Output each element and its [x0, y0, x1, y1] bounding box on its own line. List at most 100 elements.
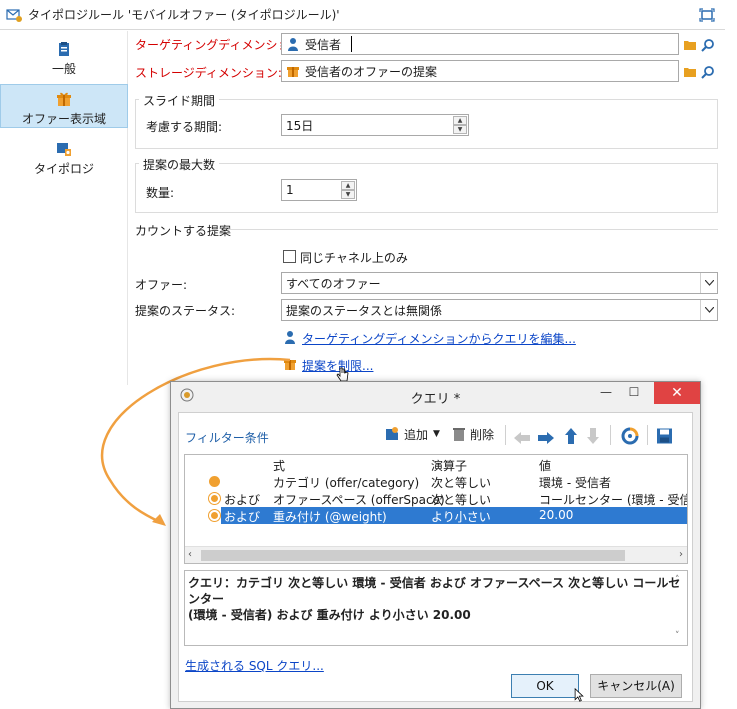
dialog-titlebar: クエリ * — ☐ ✕: [171, 382, 700, 410]
query-dialog: クエリ * — ☐ ✕ フィルター条件 追加 ▼ 削除 式 演算子 値 カテゴリ…: [170, 381, 701, 709]
text-caret: [351, 36, 352, 52]
count-value: 1: [286, 183, 294, 197]
chevron-down-icon[interactable]: [700, 273, 717, 293]
sidebar-item-general[interactable]: 一般: [0, 41, 128, 83]
stepper-arrows[interactable]: ▲ ▼: [453, 116, 467, 134]
filter-conditions-label: フィルター条件: [185, 431, 269, 445]
offer-label: オファー:: [135, 278, 188, 292]
table-row[interactable]: および オファースペース (offerSpace) 次と等しい コールセンター …: [185, 490, 687, 507]
cancel-button[interactable]: キャンセル(A): [590, 674, 682, 698]
toolbar-divider: [610, 425, 611, 445]
targeting-dimension-value: 受信者: [305, 37, 342, 52]
toolbar-divider: [647, 425, 648, 445]
period-stepper[interactable]: 15日 ▲ ▼: [281, 114, 469, 136]
horizontal-scrollbar[interactable]: ‹ ›: [185, 546, 687, 563]
storage-dimension-label: ストレージディメンション:: [135, 66, 282, 80]
ok-button[interactable]: OK: [511, 674, 579, 698]
query-summary: クエリ：カテゴリ 次と等しい 環境 - 受信者 および オファースペース 次と等…: [184, 570, 688, 646]
slide-period-title: スライド期間: [139, 92, 220, 109]
condition-icon: [209, 476, 220, 487]
same-channel-label: 同じチャネル上のみ: [300, 251, 408, 265]
chevron-up-icon[interactable]: ˄: [675, 572, 680, 588]
add-button[interactable]: 追加 ▼: [384, 423, 440, 445]
chevron-down-icon: ▼: [433, 429, 440, 439]
clipboard-icon: [59, 42, 69, 56]
trash-icon: [453, 428, 465, 441]
sidebar-item-label: 一般: [51, 62, 76, 76]
chevron-left-icon[interactable]: ‹: [188, 549, 192, 560]
section-divider: [228, 229, 718, 230]
mouse-cursor-icon: [574, 688, 584, 702]
arrow-left-icon[interactable]: [513, 427, 531, 449]
search-icon[interactable]: [701, 65, 715, 79]
maximize-button[interactable]: ☐: [624, 385, 644, 401]
close-button[interactable]: ✕: [654, 382, 700, 404]
sidebar-item-offer-space[interactable]: オファー表示域: [0, 84, 128, 128]
folder-icon[interactable]: [683, 65, 697, 79]
column-header-expression: 式: [273, 459, 286, 473]
condition-icon: [209, 510, 220, 521]
grid-header: 式 演算子 値: [185, 455, 687, 473]
window-titlebar: タイポロジルール 'モバイルオファー (タイポロジルール)': [0, 0, 725, 30]
max-propositions-title: 提案の最大数: [139, 156, 220, 173]
period-value: 15日: [286, 118, 314, 133]
toolbar-divider: [505, 425, 506, 445]
offer-space-form: ターゲティングディメンション: 受信者 ストレージディメンション: 受信者のオフ…: [128, 31, 725, 385]
gift-icon: [287, 67, 299, 77]
rule-icon: [6, 8, 22, 22]
dialog-title: クエリ *: [410, 392, 461, 407]
count-label: 数量:: [146, 186, 175, 200]
condition-icon: [209, 493, 220, 504]
sidebar-item-label: オファー表示域: [21, 112, 106, 126]
arrow-right-icon[interactable]: [537, 427, 555, 449]
person-icon: [288, 38, 298, 51]
sidebar-item-typology[interactable]: タイポロジ: [0, 141, 128, 181]
targeting-dimension-label: ターゲティングディメンション:: [135, 38, 306, 52]
offer-select-value: すべてのオファー: [286, 276, 381, 291]
status-select-value: 提案のステータスとは無関係: [286, 303, 443, 318]
chevron-right-icon[interactable]: ›: [679, 549, 683, 560]
folder-icon[interactable]: [683, 38, 697, 52]
add-icon: [386, 427, 398, 440]
sidebar-item-label: タイポロジ: [33, 162, 94, 176]
maximize-icon[interactable]: [699, 8, 715, 22]
edit-query-link[interactable]: ターゲティングディメンションからクエリを編集...: [302, 330, 576, 347]
offer-select[interactable]: すべてのオファー: [281, 272, 718, 294]
scrollbar-thumb[interactable]: [201, 550, 625, 561]
stepper-arrows[interactable]: ▲ ▼: [341, 181, 355, 199]
count-stepper[interactable]: 1 ▲ ▼: [281, 179, 357, 201]
chevron-down-icon[interactable]: ˅: [675, 628, 680, 644]
status-label: 提案のステータス:: [135, 304, 236, 318]
save-icon[interactable]: [656, 425, 673, 447]
search-icon[interactable]: [701, 38, 715, 52]
dialog-body: フィルター条件 追加 ▼ 削除 式 演算子 値 カテゴリ (offer/cate…: [178, 412, 693, 702]
status-select[interactable]: 提案のステータスとは無関係: [281, 299, 718, 321]
sidebar: 一般 オファー表示域 タイポロジ: [0, 31, 128, 385]
delete-button[interactable]: 削除: [452, 423, 494, 445]
vertical-scrollbar[interactable]: ˄ ˅: [672, 572, 686, 644]
query-summary-line: (環境 - 受信者) および 重み付け より小さい 20.00: [188, 608, 471, 622]
gift-icon: [284, 360, 296, 370]
storage-dimension-field[interactable]: 受信者のオファーの提案: [281, 60, 679, 82]
window-title: タイポロジルール 'モバイルオファー (タイポロジルール)': [28, 8, 340, 22]
typology-icon: [57, 143, 71, 156]
column-header-operator: 演算子: [431, 459, 468, 473]
conditions-grid: 式 演算子 値 カテゴリ (offer/category) 次と等しい 環境 -…: [184, 454, 688, 564]
targeting-dimension-field[interactable]: 受信者: [281, 33, 679, 55]
minimize-button[interactable]: —: [596, 385, 616, 401]
query-check-icon[interactable]: [621, 425, 639, 447]
period-label: 考慮する期間:: [146, 120, 223, 134]
chevron-down-icon[interactable]: [700, 300, 717, 320]
gift-icon: [57, 92, 71, 106]
same-channel-checkbox[interactable]: [283, 250, 296, 263]
person-icon: [285, 331, 295, 344]
generated-sql-link[interactable]: 生成される SQL クエリ...: [185, 657, 324, 674]
counted-propositions-title: カウントする提案: [135, 224, 232, 238]
arrow-up-icon[interactable]: [564, 425, 578, 447]
column-header-value: 値: [539, 459, 552, 473]
max-propositions-group: [135, 163, 718, 213]
table-row[interactable]: カテゴリ (offer/category) 次と等しい 環境 - 受信者: [185, 473, 687, 490]
query-summary-line: クエリ：カテゴリ 次と等しい 環境 - 受信者 および オファースペース 次と等…: [188, 576, 681, 606]
arrow-down-icon[interactable]: [586, 425, 600, 447]
table-row-selected[interactable]: および 重み付け (@weight) より小さい 20.00: [221, 507, 687, 524]
